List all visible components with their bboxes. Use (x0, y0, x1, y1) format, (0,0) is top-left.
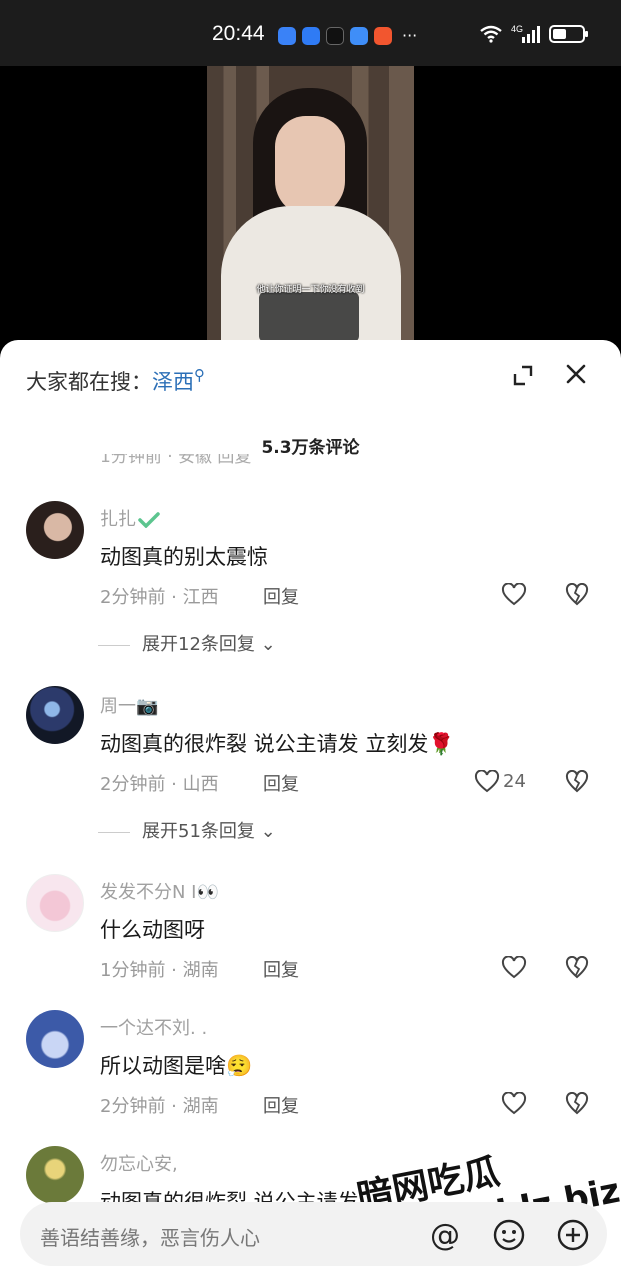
video-person-face (275, 116, 345, 216)
clock: 20:44 (212, 22, 265, 45)
like-heart-icon[interactable] (474, 770, 500, 794)
clipped-previous-comment: 1分钟前 · 安徽 回复 (100, 454, 600, 468)
comment-username[interactable]: 发发不分N I👀 (100, 878, 219, 904)
avatar[interactable] (26, 686, 84, 744)
trending-search: 大家都在搜：泽西⚲ (26, 366, 205, 396)
comment-meta: 2分钟前 · 江西 (100, 587, 219, 608)
like-heart-icon[interactable] (501, 956, 527, 980)
comment-meta: 2分钟前 · 湖南 (100, 1096, 219, 1117)
dislike-broken-heart-icon[interactable] (565, 1092, 589, 1116)
expand-replies-label: 展开12条回复 (142, 634, 255, 655)
search-icon: ⚲ (194, 366, 205, 384)
like-count: 24 (503, 771, 526, 792)
comment-input-placeholder[interactable]: 善语结善缘，恶言伤人心 (40, 1222, 260, 1251)
comment-text: 动图真的很炸裂 说公主请发 立刻发🌹 (100, 732, 455, 756)
message-app-icon (302, 26, 320, 45)
add-plus-icon[interactable] (556, 1218, 590, 1252)
shield-app-icon (278, 26, 296, 45)
comment-username[interactable]: 周一📷 (100, 692, 158, 718)
video-subtitle: 他让你证明一下你没有收到 (256, 285, 365, 295)
network-type-label: 4G (511, 24, 523, 34)
dislike-broken-heart-icon[interactable] (565, 583, 589, 607)
dislike-broken-heart-icon[interactable] (565, 956, 589, 980)
more-notifications-icon: ··· (402, 26, 418, 45)
battery-icon (549, 25, 588, 43)
comment-input-bar[interactable]: 善语结善缘，恶言伤人心 @ (20, 1202, 607, 1266)
comment-time: 1分钟前 (100, 960, 166, 981)
verified-check-icon (138, 512, 160, 529)
comment-username[interactable]: 扎扎 (100, 505, 160, 531)
trending-keyword: 泽西 (152, 370, 194, 394)
signal-icon: 4G (511, 24, 540, 43)
trending-search-prefix: 大家都在搜： (26, 370, 152, 394)
video-shirt-print (259, 292, 359, 342)
chevron-down-icon: ⌄ (254, 821, 276, 842)
comment-text: 动图真的别太震惊 (100, 545, 268, 569)
browser-app-icon (350, 26, 368, 45)
comments-sheet: 大家都在搜：泽西⚲ 5.3万条评论 1分钟前 · 安徽 回复 扎扎 动图真的别太… (0, 340, 621, 1280)
reply-button[interactable]: 回复 (263, 956, 299, 982)
comment-location: 山西 (182, 774, 219, 795)
comment-location: 湖南 (182, 960, 219, 981)
divider (98, 831, 130, 833)
clipped-meta-text: 1分钟前 · 安徽 回复 (100, 454, 252, 467)
comment-time: 2分钟前 (100, 587, 166, 608)
video-frame: 他让你证明一下你没有收到 (207, 66, 414, 356)
expand-replies-label: 展开51条回复 (142, 821, 255, 842)
chevron-down-icon: ⌄ (254, 634, 276, 655)
mention-at-icon[interactable]: @ (428, 1218, 462, 1252)
reply-button[interactable]: 回复 (263, 583, 299, 609)
comment-meta: 1分钟前 · 湖南 (100, 960, 219, 981)
svg-text:@: @ (430, 1218, 460, 1252)
like-heart-icon[interactable] (501, 583, 527, 607)
avatar[interactable] (26, 874, 84, 932)
notification-icons: ··· (278, 26, 417, 45)
video-player[interactable]: 他让你证明一下你没有收到 (0, 66, 621, 356)
comment-username[interactable]: 一个达不刘. . (100, 1014, 207, 1040)
comment-time: 2分钟前 (100, 774, 166, 795)
comment-meta: 2分钟前 · 山西 (100, 774, 219, 795)
dislike-broken-heart-icon[interactable] (565, 770, 589, 794)
close-icon[interactable] (564, 362, 588, 386)
comment-text: 什么动图呀 (100, 918, 205, 942)
expand-replies-button[interactable]: 展开51条回复 ⌄ (98, 817, 276, 843)
comment-time: 2分钟前 (100, 1096, 166, 1117)
username-text: 扎扎 (100, 509, 136, 530)
fullscreen-icon[interactable] (512, 364, 534, 386)
store-app-icon (374, 26, 392, 45)
avatar[interactable] (26, 1146, 84, 1204)
wifi-icon (480, 25, 502, 43)
tiktok-app-icon (326, 26, 344, 45)
status-bar: 20:44 ··· 4G (0, 0, 621, 66)
avatar[interactable] (26, 1010, 84, 1068)
comment-username[interactable]: 勿忘心安, (100, 1150, 178, 1176)
like-heart-icon[interactable] (501, 1092, 527, 1116)
comment-text: 所以动图是啥😮‍💨 (100, 1054, 253, 1078)
avatar[interactable] (26, 501, 84, 559)
comment-location: 江西 (182, 587, 219, 608)
comment-location: 湖南 (182, 1096, 219, 1117)
divider (98, 644, 130, 646)
emoji-icon[interactable] (492, 1218, 526, 1252)
expand-replies-button[interactable]: 展开12条回复 ⌄ (98, 630, 276, 656)
system-icons: 4G (479, 24, 588, 44)
reply-button[interactable]: 回复 (263, 1092, 299, 1118)
reply-button[interactable]: 回复 (263, 770, 299, 796)
trending-search-link[interactable]: 泽西⚲ (152, 366, 205, 394)
